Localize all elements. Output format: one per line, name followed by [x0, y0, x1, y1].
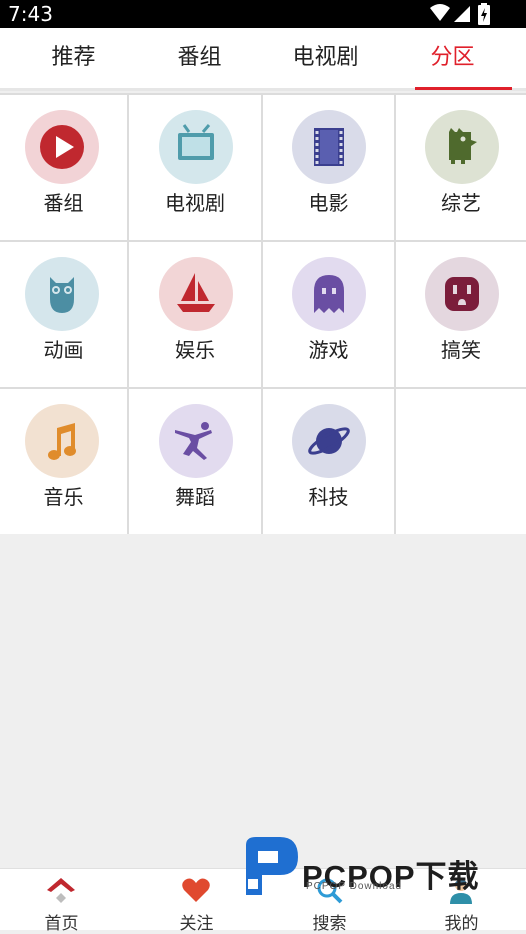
heart-icon	[182, 878, 210, 902]
pcpop-logo-icon	[246, 837, 298, 895]
category-icon-bg	[425, 110, 499, 184]
category-icon-bg	[159, 257, 233, 331]
category-label: 电影	[308, 191, 349, 215]
nav-follow-label: 关注	[179, 914, 214, 934]
outlet-icon	[445, 277, 479, 311]
category-label: 科技	[308, 485, 349, 509]
category-music[interactable]: 音乐	[0, 389, 127, 534]
status-time: 7:43	[8, 2, 53, 26]
active-tab-indicator	[415, 87, 512, 90]
category-label: 娱乐	[175, 338, 215, 362]
category-bangumi[interactable]: 番组	[0, 95, 127, 240]
category-label: 搞笑	[441, 338, 481, 362]
tab-sections[interactable]: 分区	[387, 28, 518, 90]
tab-recommend[interactable]: 推荐	[8, 28, 139, 88]
planet-icon	[308, 427, 350, 455]
category-variety[interactable]: 综艺	[396, 95, 526, 240]
category-label: 番组	[43, 191, 84, 215]
top-tab-bar: 推荐 番组 电视剧 分区	[0, 28, 526, 91]
status-bar: 7:43	[0, 0, 526, 28]
category-empty-cell	[396, 389, 526, 534]
battery-icon	[478, 3, 490, 25]
category-icon-bg	[292, 110, 366, 184]
category-icon-bg	[25, 257, 99, 331]
category-label: 电视剧	[165, 191, 225, 215]
wifi-icon	[430, 4, 450, 21]
category-label: 音乐	[43, 485, 84, 509]
category-icon-bg	[292, 257, 366, 331]
tv-icon	[178, 124, 214, 160]
tab-sections-label: 分区	[430, 45, 475, 70]
music-note-icon	[48, 423, 76, 460]
nav-search-label: 搜索	[312, 914, 347, 934]
owl-icon	[50, 277, 74, 313]
category-entertainment[interactable]: 娱乐	[129, 242, 261, 387]
tab-tv-series[interactable]: 电视剧	[260, 28, 391, 88]
home-icon	[47, 878, 75, 903]
category-tv-series[interactable]: 电视剧	[129, 95, 261, 240]
sailboat-icon	[177, 273, 215, 312]
category-tech[interactable]: 科技	[263, 389, 394, 534]
watermark-subtext: PCPOP Download	[306, 881, 403, 892]
category-movie[interactable]: 电影	[263, 95, 394, 240]
category-icon-bg	[425, 257, 499, 331]
category-icon-bg	[159, 404, 233, 478]
tab-bangumi[interactable]: 番组	[134, 28, 265, 88]
category-label: 综艺	[441, 191, 481, 215]
category-animation[interactable]: 动画	[0, 242, 127, 387]
play-icon	[40, 125, 84, 169]
category-dance[interactable]: 舞蹈	[129, 389, 261, 534]
signal-icon	[454, 6, 470, 22]
watermark-logo: PCPOP下载 PCPOP Download	[240, 835, 520, 901]
category-label: 游戏	[308, 338, 349, 362]
monster-icon	[449, 128, 477, 164]
category-games[interactable]: 游戏	[263, 242, 394, 387]
film-icon	[314, 128, 344, 166]
category-grid: 番组 电视剧 电影 综艺 动画 娱乐 游戏 搞笑 音乐 舞蹈 科技	[0, 93, 526, 534]
category-icon-bg	[159, 110, 233, 184]
status-icons	[430, 3, 490, 25]
category-funny[interactable]: 搞笑	[396, 242, 526, 387]
dancer-icon	[175, 422, 212, 460]
category-icon-bg	[25, 110, 99, 184]
category-label: 舞蹈	[175, 485, 215, 509]
category-icon-bg	[292, 404, 366, 478]
nav-mine-label: 我的	[444, 914, 479, 934]
nav-home-label: 首页	[44, 914, 79, 934]
category-icon-bg	[25, 404, 99, 478]
ghost-icon	[314, 275, 344, 313]
category-label: 动画	[43, 338, 84, 362]
nav-home[interactable]: 首页	[0, 869, 127, 934]
